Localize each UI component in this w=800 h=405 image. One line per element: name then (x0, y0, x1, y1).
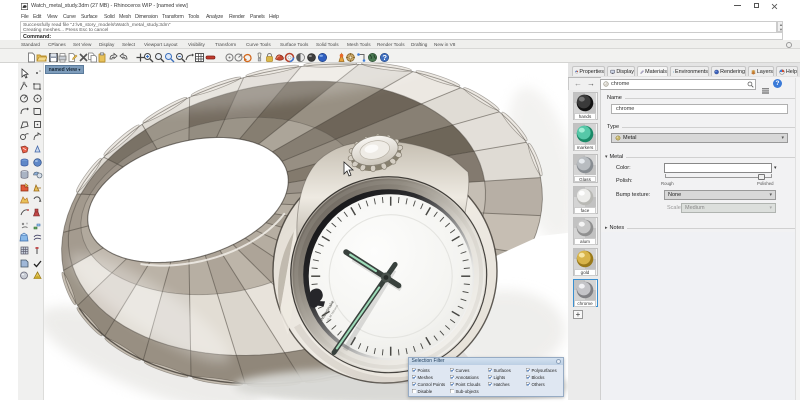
svg-text:?: ? (382, 53, 387, 62)
